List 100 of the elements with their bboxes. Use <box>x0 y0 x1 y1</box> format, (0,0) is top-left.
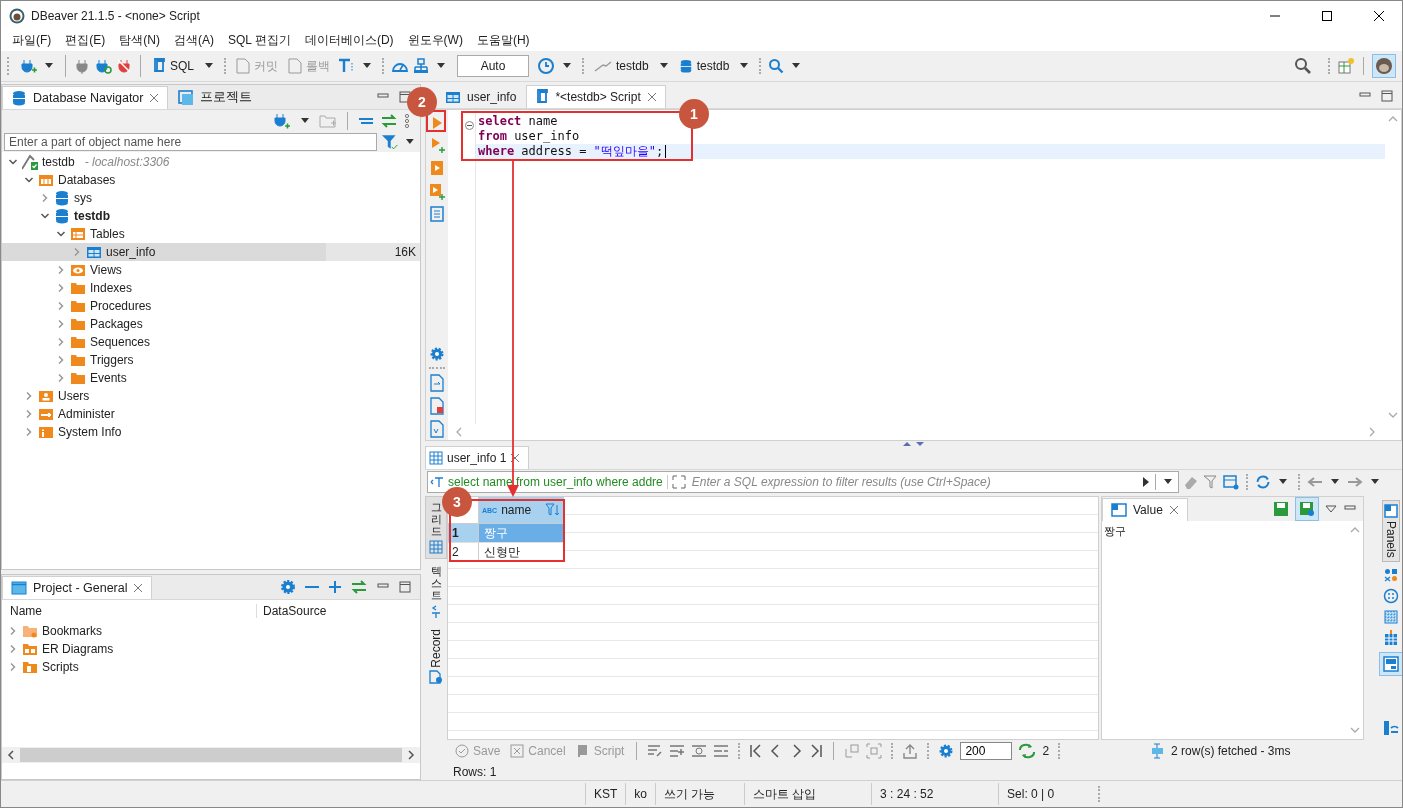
caret-icon[interactable] <box>1371 479 1379 485</box>
column-header[interactable]: Name <box>2 604 257 618</box>
edit-row-icon[interactable] <box>647 744 664 758</box>
link-arrows-icon[interactable] <box>350 580 368 594</box>
tree-item[interactable]: Indexes <box>2 279 420 297</box>
search-icon[interactable] <box>1294 57 1312 75</box>
tree-item[interactable]: sys <box>2 189 420 207</box>
tree-item[interactable]: Packages <box>2 315 420 333</box>
caret-icon[interactable] <box>1164 479 1172 485</box>
caret-icon[interactable] <box>563 63 571 69</box>
filter-bar[interactable]: select name from user_info where addre Enter a SQL expression to filter results (use Ctrl+Space) <box>427 471 1179 493</box>
frame-icon[interactable] <box>866 743 883 759</box>
panel-tab[interactable]: Value <box>1102 498 1188 521</box>
tree-item[interactable]: Administer <box>2 405 420 423</box>
scroll-right-icon[interactable] <box>406 750 416 760</box>
caret-icon[interactable] <box>792 63 801 69</box>
caret-icon[interactable] <box>301 118 309 124</box>
column-header[interactable]: DataSource <box>257 604 327 618</box>
plug-add-icon[interactable] <box>273 113 291 129</box>
layout-button[interactable] <box>1379 651 1402 676</box>
search-icon[interactable] <box>768 58 785 74</box>
expand-icon[interactable] <box>56 319 66 329</box>
view-tab[interactable]: 텍스트 <box>425 561 447 623</box>
expand-icon[interactable] <box>24 409 34 419</box>
schema-selector[interactable]: testdb <box>675 56 733 76</box>
menu-item[interactable]: SQL 편집기 <box>221 30 298 51</box>
caret-icon[interactable] <box>205 63 213 69</box>
tree-item[interactable]: Users <box>2 387 420 405</box>
tree-item[interactable]: Triggers <box>2 351 420 369</box>
variables-icon[interactable] <box>429 420 445 438</box>
expand-icon[interactable] <box>56 265 66 275</box>
editor-tab[interactable]: user_info <box>437 85 525 108</box>
view-tab[interactable]: 그리드 <box>425 496 447 560</box>
tree-item[interactable]: Tables <box>2 225 420 243</box>
expand-icon[interactable] <box>8 626 18 636</box>
refresh-icon[interactable] <box>1255 474 1271 490</box>
caret-icon[interactable] <box>1331 479 1339 485</box>
eraser-icon[interactable] <box>1183 474 1199 490</box>
document-alert-icon[interactable] <box>429 397 445 415</box>
back-icon[interactable] <box>1307 476 1323 488</box>
save-icon[interactable] <box>1273 501 1289 517</box>
expand-icon[interactable] <box>56 301 66 311</box>
menu-item[interactable]: 검색(A) <box>167 30 221 51</box>
text-format-icon[interactable] <box>337 58 355 74</box>
tree-item[interactable]: testdb <box>2 207 420 225</box>
panel-tab[interactable]: Database Navigator <box>2 86 169 109</box>
restore-icon[interactable] <box>1383 720 1399 736</box>
view-tab[interactable]: Record <box>425 624 447 689</box>
expand-icon[interactable] <box>56 283 66 293</box>
settings-icon[interactable] <box>938 743 955 759</box>
expand-icon[interactable] <box>56 229 66 239</box>
menu-item[interactable]: 탐색(N) <box>112 30 167 51</box>
history-icon[interactable] <box>537 57 555 75</box>
maximize-icon[interactable] <box>1380 90 1394 102</box>
caret-icon[interactable] <box>659 63 668 69</box>
tree-item[interactable]: Databases <box>2 171 420 189</box>
circle-dots-icon[interactable] <box>1383 587 1399 604</box>
copy-row-icon[interactable] <box>691 744 708 758</box>
plug-icon[interactable] <box>74 58 90 74</box>
panels-tab[interactable]: Panels <box>1382 500 1400 562</box>
tree-item[interactable]: System Info <box>2 423 420 441</box>
transaction-mode-field[interactable]: Auto <box>457 55 529 77</box>
search-field[interactable]: Enter a part of object name here <box>4 133 377 151</box>
editor-tab[interactable]: *<testdb> Script <box>526 85 666 108</box>
table-row[interactable]: 2 신형만 <box>448 543 564 562</box>
first-icon[interactable] <box>749 744 764 758</box>
expand-icon[interactable] <box>56 373 66 383</box>
add-row-icon[interactable] <box>669 744 686 758</box>
menu-item[interactable]: 데이터베이스(D) <box>297 30 401 51</box>
calculator-table-icon[interactable] <box>1384 629 1398 646</box>
view-menu-icon[interactable] <box>1325 505 1337 513</box>
tree-item[interactable]: Bookmarks <box>2 622 420 640</box>
panel-tab[interactable]: Project - General <box>2 576 153 599</box>
scroll-up-icon[interactable] <box>1388 114 1398 124</box>
checker-icon[interactable] <box>1384 609 1398 624</box>
sash-arrows-icon[interactable] <box>901 440 926 448</box>
expand-icon[interactable] <box>24 427 34 437</box>
expand-icon[interactable] <box>8 644 18 654</box>
close-icon[interactable] <box>133 583 144 593</box>
filter-icon[interactable] <box>1203 474 1219 490</box>
scroll-down-icon[interactable] <box>1350 725 1360 735</box>
script-run-icon[interactable] <box>429 182 445 200</box>
expand-icon[interactable] <box>56 355 66 365</box>
plug-refresh-icon[interactable] <box>94 58 112 74</box>
caret-icon[interactable] <box>406 139 414 145</box>
export-icon[interactable] <box>902 743 919 759</box>
expand-icon[interactable] <box>24 391 34 401</box>
refresh-icon[interactable] <box>1018 743 1037 759</box>
tree-item[interactable]: Procedures <box>2 297 420 315</box>
explain-plan-icon[interactable] <box>429 205 445 223</box>
tree-item[interactable]: Scripts <box>2 658 420 676</box>
delete-row-icon[interactable] <box>713 744 730 758</box>
perspective-button[interactable] <box>1372 54 1396 78</box>
scroll-left-icon[interactable] <box>6 750 16 760</box>
datasource-selector[interactable]: testdb <box>591 57 652 75</box>
plus-icon[interactable] <box>328 580 342 594</box>
more-icon[interactable] <box>404 113 410 129</box>
expand-icon[interactable] <box>8 662 18 672</box>
menu-item[interactable]: 파일(F) <box>5 30 59 51</box>
settings-icon[interactable] <box>429 346 445 362</box>
